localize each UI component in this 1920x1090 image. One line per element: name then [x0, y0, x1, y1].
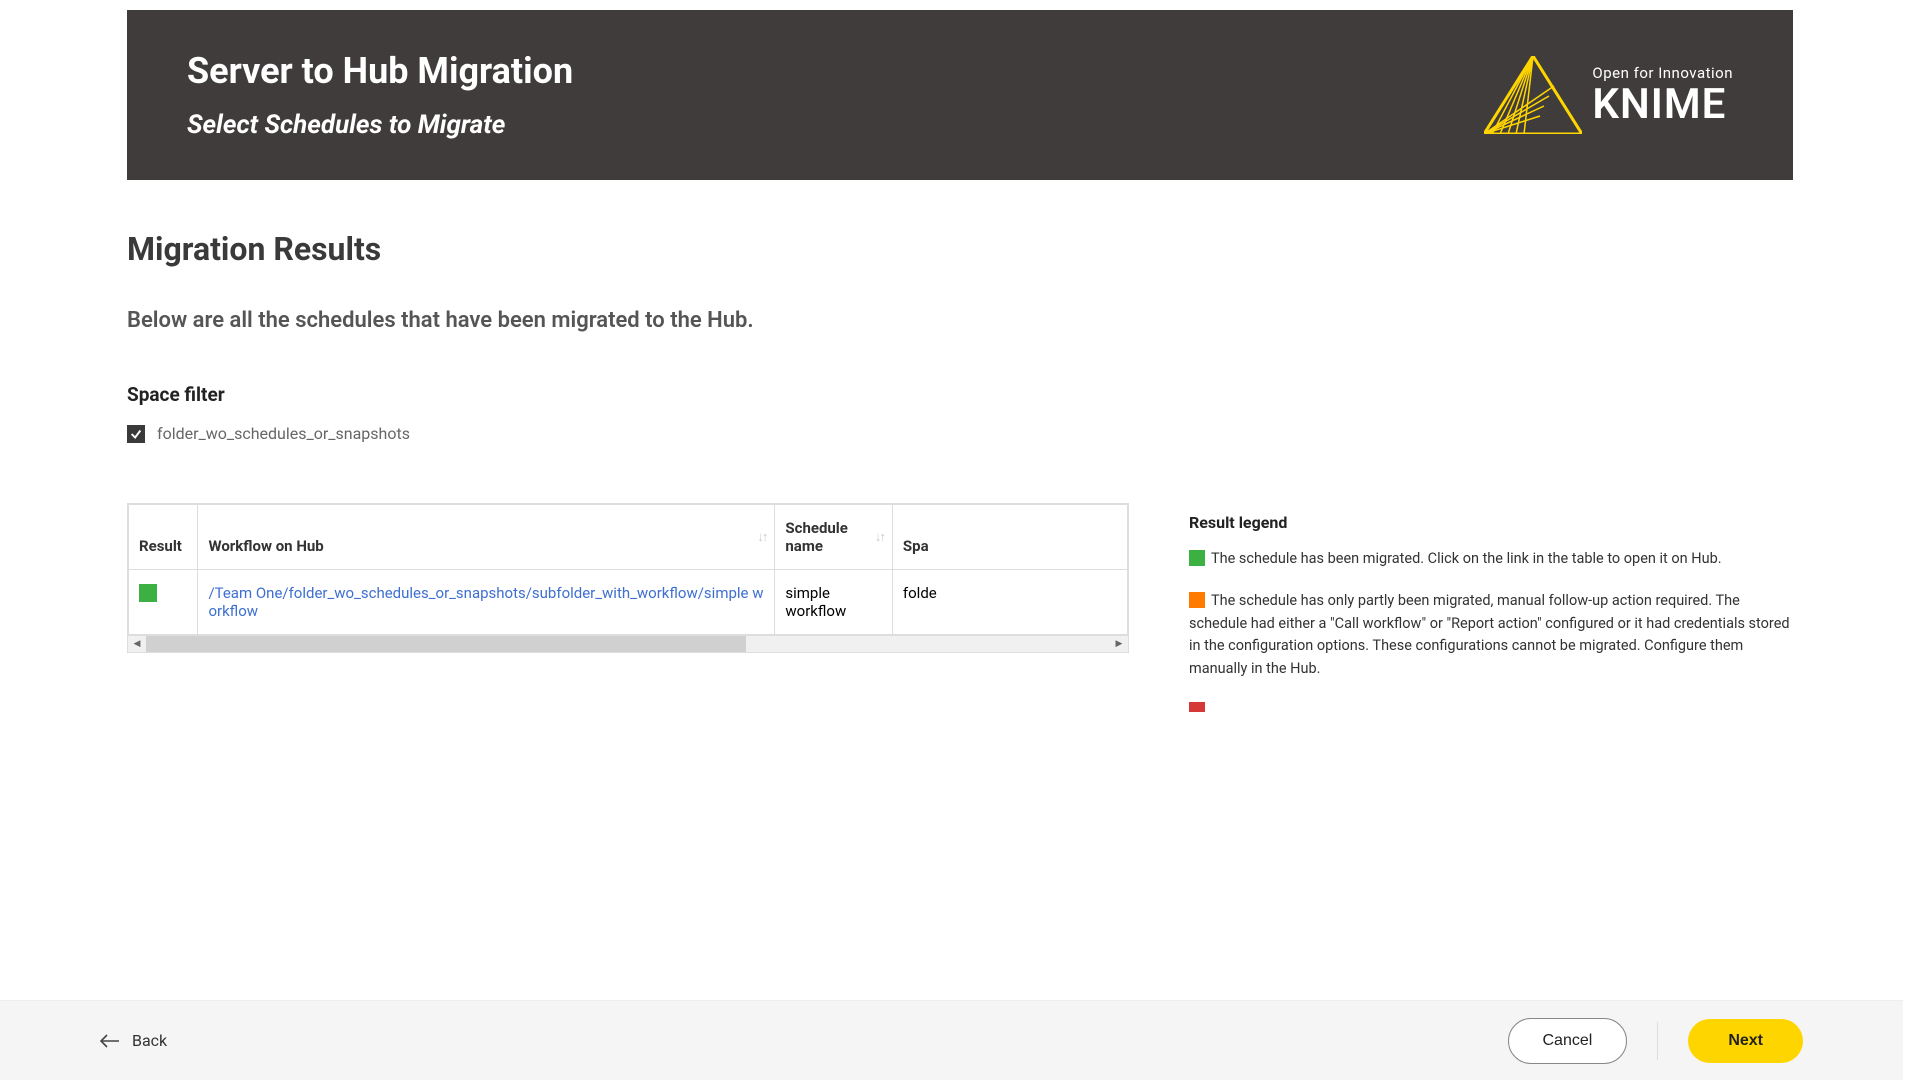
- result-legend: Result legend The schedule has been migr…: [1189, 503, 1793, 732]
- legend-square-green: [1189, 550, 1205, 566]
- scroll-left-icon[interactable]: ◀: [128, 636, 146, 652]
- wizard-footer: Back Cancel Next: [0, 1000, 1903, 1080]
- header-subtitle: Select Schedules to Migrate: [187, 110, 573, 140]
- table-row: /Team One/folder_wo_schedules_or_snapsho…: [129, 570, 1128, 635]
- check-icon: [129, 427, 143, 441]
- scrollbar-thumb[interactable]: [146, 636, 746, 652]
- knime-logo: Open for Innovation KNIME: [1484, 56, 1733, 134]
- legend-item-success: The schedule has been migrated. Click on…: [1189, 548, 1793, 570]
- legend-square-red: [1189, 702, 1205, 712]
- legend-green-text: The schedule has been migrated. Click on…: [1211, 550, 1722, 567]
- space-cell: folde: [892, 570, 1127, 635]
- table-horizontal-scrollbar[interactable]: ◀ ▶: [127, 635, 1129, 653]
- legend-item-partial: The schedule has only partly been migrat…: [1189, 590, 1793, 680]
- status-indicator: [139, 584, 157, 602]
- col-header-space[interactable]: Spa: [892, 505, 1127, 570]
- page-header: Server to Hub Migration Select Schedules…: [127, 10, 1793, 180]
- workflow-link[interactable]: /Team One/folder_wo_schedules_or_snapsho…: [208, 584, 763, 620]
- triangle-icon: [1484, 56, 1582, 134]
- legend-square-orange: [1189, 592, 1205, 608]
- col-header-workflow-label: Workflow on Hub: [208, 537, 323, 555]
- sort-icon: ↓↑: [875, 529, 884, 545]
- results-table: Result Workflow on Hub ↓↑ Schedule name …: [128, 504, 1128, 635]
- legend-item-fail: [1189, 700, 1793, 712]
- footer-divider: [1657, 1022, 1658, 1060]
- col-header-workflow[interactable]: Workflow on Hub ↓↑: [198, 505, 775, 570]
- back-label: Back: [132, 1031, 167, 1050]
- section-description: Below are all the schedules that have be…: [127, 308, 1793, 333]
- space-filter-label: Space filter: [127, 383, 1793, 406]
- arrow-left-icon: [100, 1034, 120, 1048]
- col-header-result[interactable]: Result: [129, 505, 198, 570]
- cancel-button[interactable]: Cancel: [1508, 1018, 1628, 1064]
- back-button[interactable]: Back: [100, 1031, 167, 1050]
- logo-brand: KNIME: [1592, 84, 1733, 126]
- scroll-right-icon[interactable]: ▶: [1110, 636, 1128, 652]
- space-filter-checkbox[interactable]: [127, 425, 145, 443]
- header-title: Server to Hub Migration: [187, 50, 573, 92]
- col-header-schedule-label: Schedule name: [785, 519, 847, 555]
- space-filter-option: folder_wo_schedules_or_snapshots: [157, 424, 410, 443]
- legend-orange-text: The schedule has only partly been migrat…: [1189, 592, 1790, 676]
- section-title: Migration Results: [127, 230, 1793, 268]
- col-header-schedule[interactable]: Schedule name ↓↑: [775, 505, 893, 570]
- next-button[interactable]: Next: [1688, 1019, 1803, 1063]
- sort-icon: ↓↑: [757, 529, 766, 545]
- results-table-wrap: Result Workflow on Hub ↓↑ Schedule name …: [127, 503, 1129, 653]
- legend-title: Result legend: [1189, 513, 1793, 532]
- schedule-name-cell: simple workflow: [775, 570, 893, 635]
